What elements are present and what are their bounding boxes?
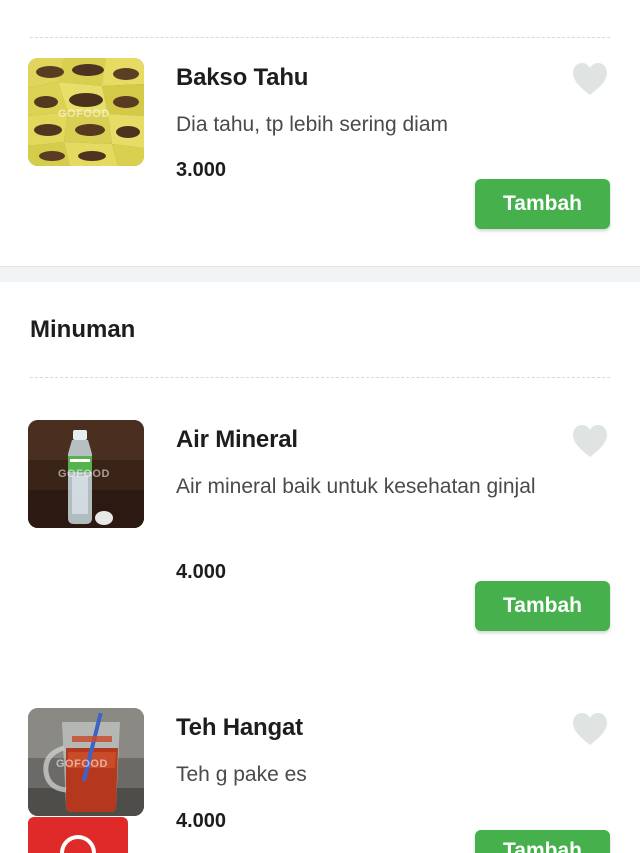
cart-button[interactable] <box>28 817 128 853</box>
heart-icon[interactable] <box>572 712 608 746</box>
add-button[interactable]: Tambah <box>475 581 610 631</box>
item-photo: GOFOOD <box>28 708 144 816</box>
section-separator <box>0 266 640 282</box>
watermark: GOFOOD <box>56 758 108 770</box>
item-photo: GOFOOD <box>28 420 144 528</box>
watermark: GOFOOD <box>58 468 110 480</box>
add-button[interactable]: Tambah <box>475 830 610 853</box>
item-description: Teh g pake es <box>176 763 307 786</box>
item-name: Bakso Tahu <box>176 64 309 91</box>
item-photo: GOFOOD <box>28 58 144 166</box>
item-price: 3.000 <box>176 159 227 181</box>
section-title: Minuman <box>30 316 136 343</box>
item-price: 4.000 <box>176 561 227 583</box>
heart-icon[interactable] <box>572 62 608 96</box>
divider <box>30 37 610 38</box>
item-name: Teh Hangat <box>176 714 303 741</box>
add-button[interactable]: Tambah <box>475 179 610 229</box>
watermark: GOFOOD <box>58 108 110 120</box>
item-price: 4.000 <box>176 810 227 832</box>
menu-page: GOFOOD Bakso Tahu Dia tahu, tp lebih ser… <box>0 0 640 853</box>
heart-icon[interactable] <box>572 424 608 458</box>
item-name: Air Mineral <box>176 426 298 453</box>
item-description: Dia tahu, tp lebih sering diam <box>176 113 448 136</box>
item-description: Air mineral baik untuk kesehatan ginjal <box>176 475 536 498</box>
cart-icon <box>60 835 96 853</box>
divider <box>30 377 610 378</box>
